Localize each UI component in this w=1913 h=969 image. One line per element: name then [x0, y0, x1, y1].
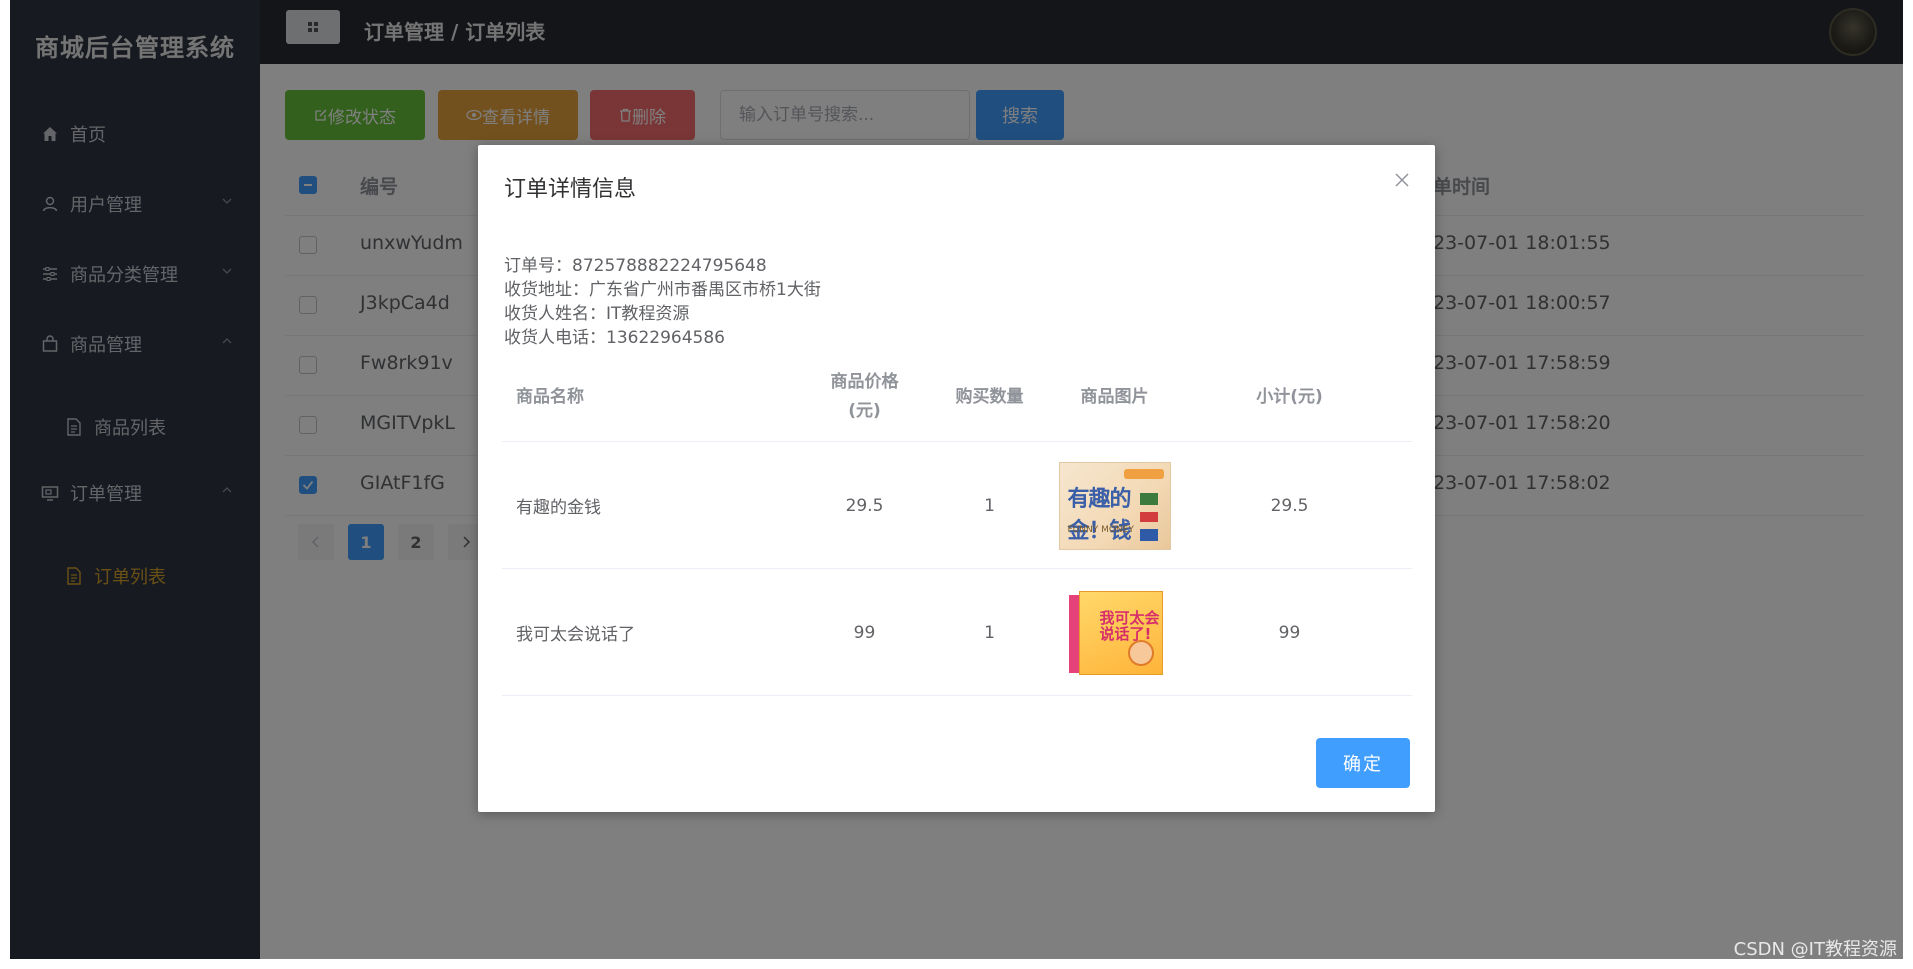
column-header-subtotal: 小计(元) [1256, 386, 1323, 407]
price-header-line2: (元) [848, 401, 881, 421]
order-number: 订单号：872578882224795648 [504, 256, 767, 276]
price-header-line1: 商品价格 [830, 372, 899, 393]
cover-decoration [1139, 492, 1158, 541]
cover-badge [1123, 468, 1164, 479]
item-price: 29.5 [845, 495, 884, 516]
cover-subtitle: FUNNY MONEY [1067, 524, 1134, 535]
column-header-image: 商品图片 [1080, 386, 1149, 407]
cover-front: 我可太会说话了! [1078, 590, 1163, 675]
item-subtotal: 29.5 [1270, 495, 1309, 516]
page-right-edge [1903, 0, 1913, 969]
item-name: 有趣的金钱 [516, 498, 601, 518]
item-subtotal: 99 [1278, 622, 1301, 643]
column-header-price: 商品价格 (元) [802, 353, 927, 441]
order-item-row: 有趣的金钱 29.5 1 有趣的金！钱 FUNNY MONEY 29.5 [502, 441, 1412, 568]
item-name: 我可太会说话了 [516, 625, 635, 645]
confirm-button[interactable]: 确定 [1316, 738, 1410, 788]
order-detail-dialog: 订单详情信息 订单号：872578882224795648 收货地址：广东省广州… [478, 145, 1435, 812]
item-image-cell: 有趣的金！钱 FUNNY MONEY [1052, 442, 1177, 569]
receiver-phone: 收货人电话：13622964586 [504, 328, 725, 348]
cover-illustration [1127, 639, 1154, 666]
item-image-cell: 我可太会说话了! [1052, 569, 1177, 696]
shipping-address: 收货地址：广东省广州市番禺区市桥1大街 [504, 280, 821, 300]
receiver-name: 收货人姓名：IT教程资源 [504, 304, 690, 324]
book-cover-image: 有趣的金！钱 FUNNY MONEY [1058, 461, 1171, 550]
dialog-title: 订单详情信息 [504, 177, 637, 202]
item-qty: 1 [984, 622, 995, 643]
item-qty: 1 [984, 495, 995, 516]
table-bottom-border [502, 695, 1412, 696]
order-item-row: 我可太会说话了 99 1 我可太会说话了! 99 [502, 568, 1412, 695]
watermark: CSDN @IT教程资源 [1733, 939, 1897, 960]
column-header-qty: 购买数量 [955, 386, 1024, 407]
cover-title: 我可太会说话了! [1099, 608, 1160, 643]
column-header-name: 商品名称 [516, 386, 584, 407]
close-icon[interactable] [1393, 171, 1411, 189]
item-price: 99 [853, 622, 876, 643]
book-cover-image: 我可太会说话了! [1067, 590, 1163, 675]
